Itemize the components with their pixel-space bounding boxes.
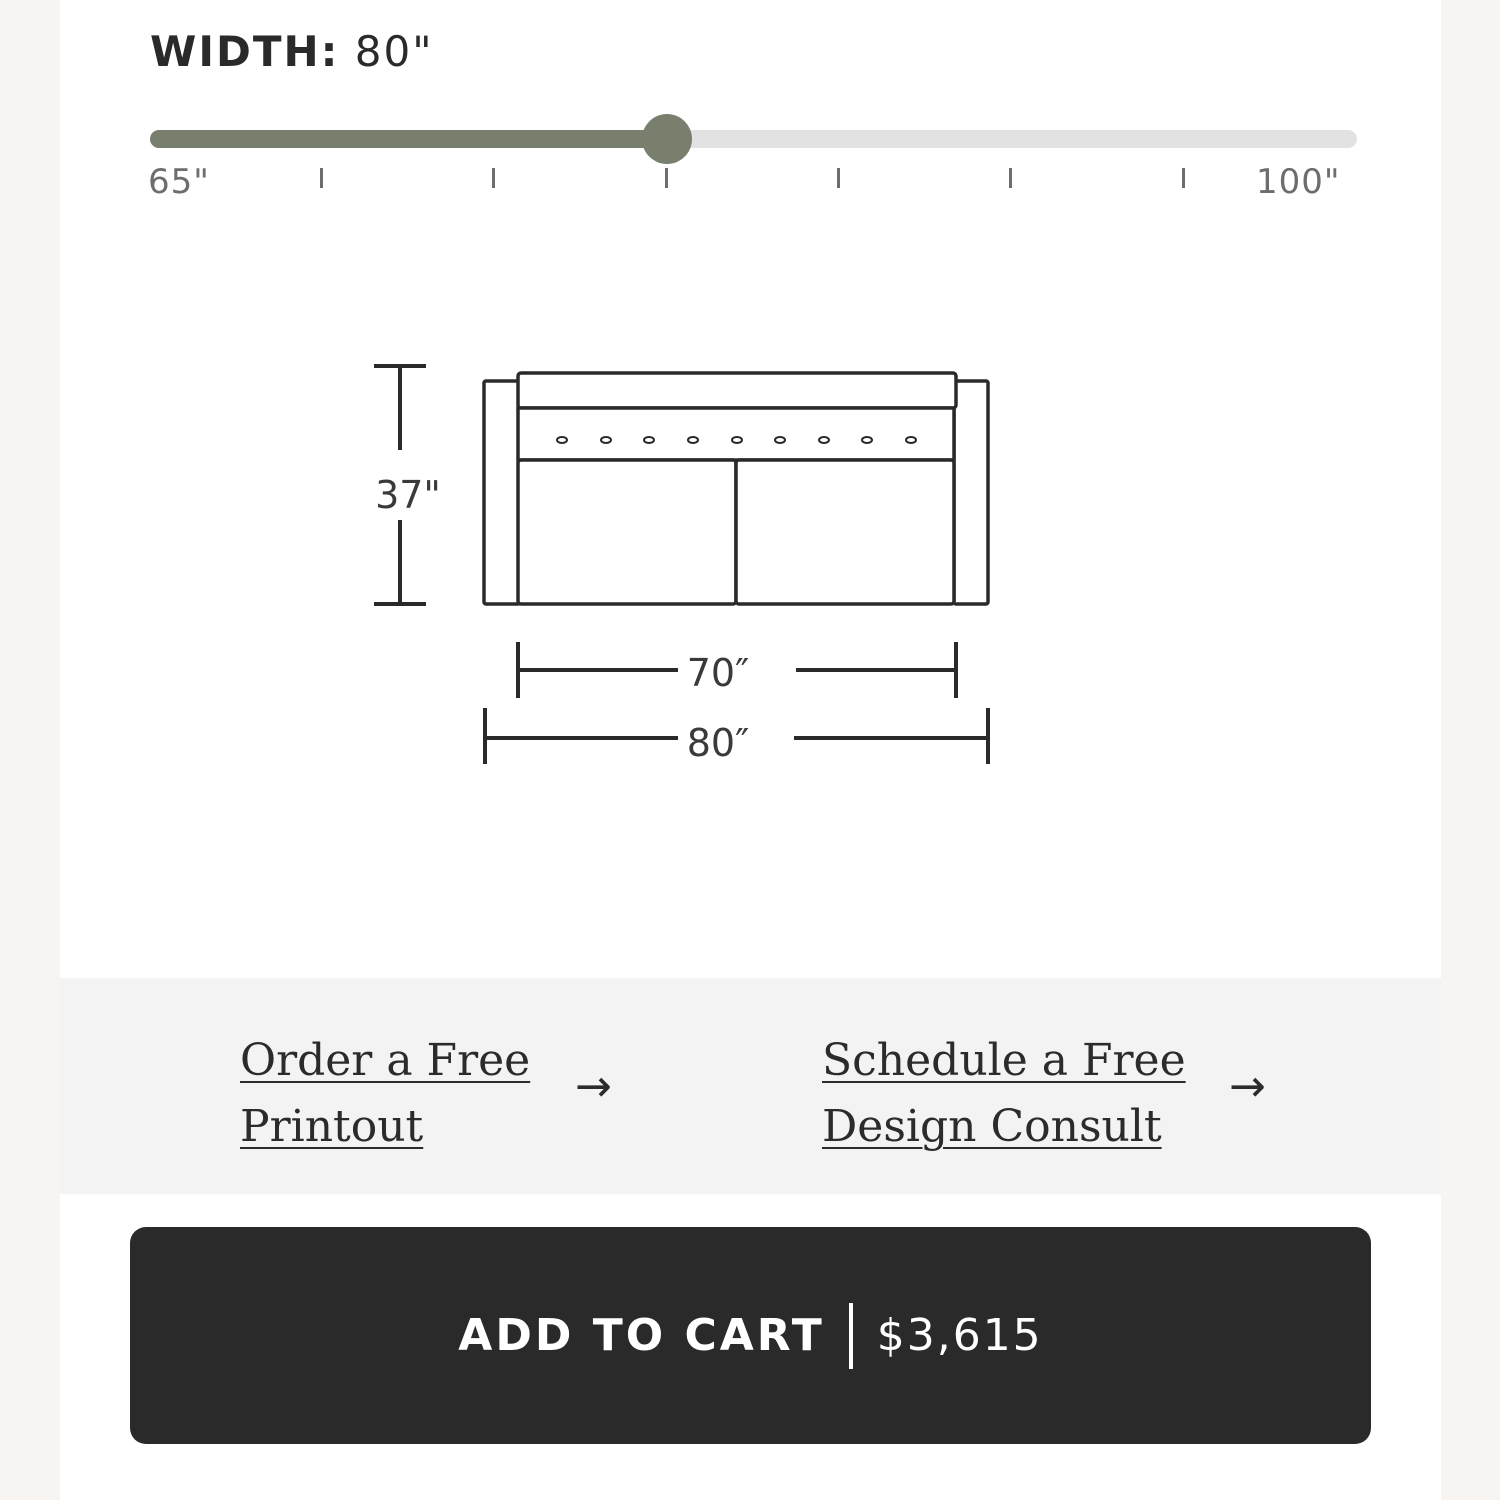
right-arm — [952, 379, 990, 606]
add-to-cart-label: ADD TO CART — [458, 1310, 825, 1361]
slider-tick — [320, 168, 323, 188]
consult-link-line1[interactable]: Schedule a Free — [822, 1028, 1186, 1094]
sofa-back-cushion — [516, 406, 956, 462]
sofa-back-top — [516, 371, 958, 410]
width-label: WIDTH: — [150, 27, 340, 76]
height-label: 37" — [375, 473, 441, 517]
printout-link-line2[interactable]: Printout — [240, 1094, 530, 1160]
consult-link-line2[interactable]: Design Consult — [822, 1094, 1186, 1160]
inner-width-label: 70″ — [687, 651, 750, 695]
slider-thumb[interactable] — [642, 114, 692, 164]
seat-cushion-right — [734, 458, 956, 606]
slider-tick — [492, 168, 495, 188]
slider-max-label: 100" — [1256, 162, 1341, 202]
left-arm — [482, 379, 522, 606]
sofa-outline — [482, 371, 990, 606]
add-to-cart-button[interactable]: ADD TO CART $3,615 — [130, 1227, 1371, 1444]
seat-cushion-left — [516, 458, 738, 606]
schedule-design-consult-link[interactable]: Schedule a Free Design Consult — [822, 1028, 1186, 1160]
slider-tick — [1182, 168, 1185, 188]
slider-tick — [837, 168, 840, 188]
button-divider — [848, 1302, 853, 1369]
printout-link-line1[interactable]: Order a Free — [240, 1028, 530, 1094]
width-value: 80" — [354, 27, 434, 76]
arrow-right-icon[interactable]: → — [1229, 1062, 1266, 1112]
order-free-printout-link[interactable]: Order a Free Printout — [240, 1028, 530, 1160]
width-slider[interactable] — [150, 112, 1357, 164]
slider-min-label: 65" — [148, 162, 210, 202]
outer-width-label: 80″ — [687, 721, 750, 765]
price-label: $3,615 — [876, 1310, 1043, 1361]
arrow-right-icon[interactable]: → — [575, 1062, 612, 1112]
slider-tick — [1009, 168, 1012, 188]
slider-fill — [150, 130, 667, 148]
width-heading: WIDTH: 80" — [150, 26, 434, 78]
slider-tick — [665, 168, 668, 188]
sofa-dimensions-diagram: 37" 70″ 80″ — [374, 364, 990, 765]
